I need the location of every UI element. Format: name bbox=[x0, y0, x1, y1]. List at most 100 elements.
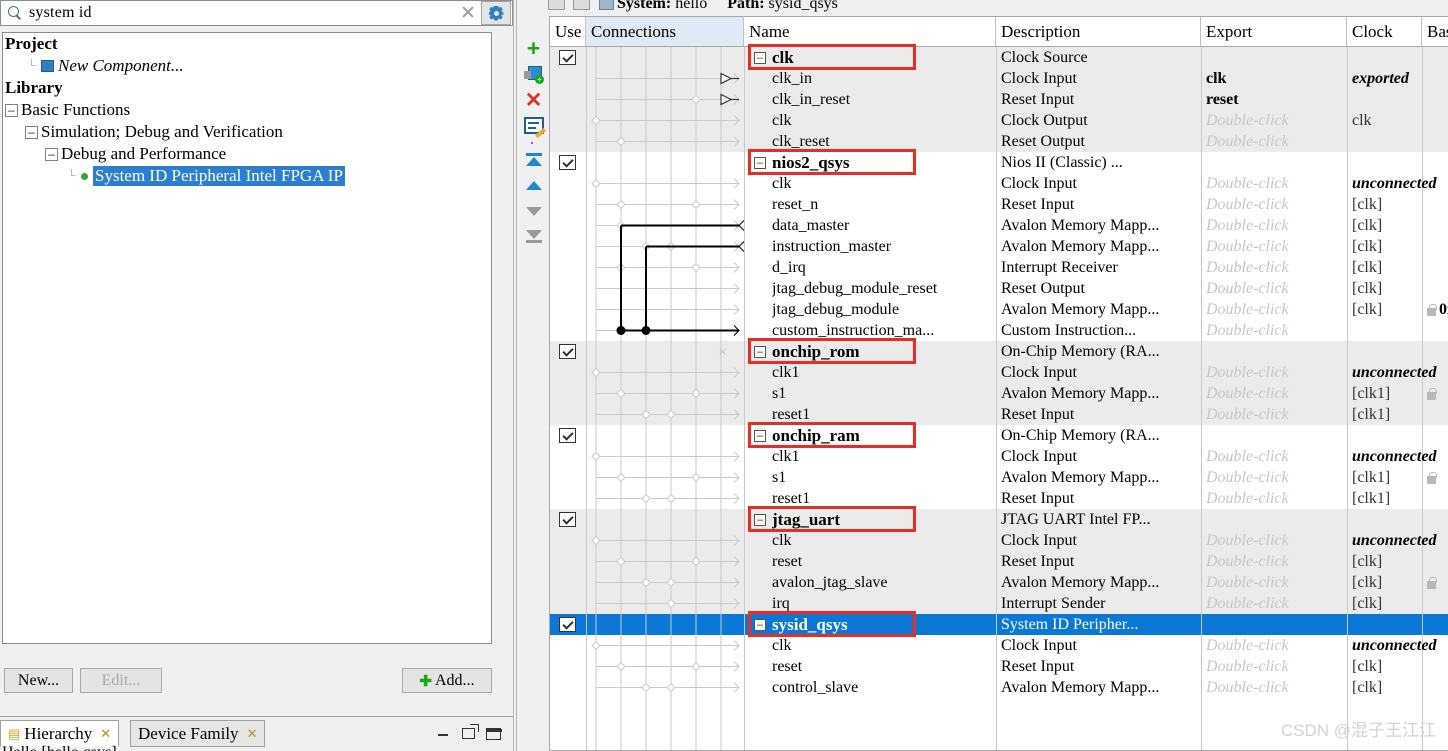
column-header-connections[interactable]: Connections bbox=[586, 17, 744, 46]
path-value: sysid_qsys bbox=[768, 0, 838, 12]
tree-label-new-component: New Component... bbox=[58, 56, 184, 75]
column-header-label: Description bbox=[1001, 21, 1081, 41]
connection-node-active[interactable] bbox=[616, 326, 626, 335]
connection-node[interactable] bbox=[641, 682, 651, 693]
column-header-export[interactable]: Export bbox=[1201, 17, 1347, 46]
export-port-icon[interactable] bbox=[720, 72, 733, 85]
connection-node[interactable] bbox=[666, 409, 676, 420]
connection-node[interactable] bbox=[641, 493, 651, 504]
connection-node[interactable] bbox=[591, 178, 601, 189]
close-icon[interactable]: ✕ bbox=[100, 726, 111, 742]
new-button[interactable]: New... bbox=[4, 668, 73, 693]
tree-item-system-id-peripheral[interactable]: └ System ID Peripheral Intel FPGA IP bbox=[3, 165, 491, 187]
tree-group-project[interactable]: Project bbox=[3, 33, 491, 55]
search-icon bbox=[5, 3, 25, 23]
connection-node[interactable] bbox=[616, 388, 626, 399]
move-to-bottom-icon[interactable] bbox=[523, 226, 544, 247]
connection-node[interactable] bbox=[691, 556, 701, 567]
remove-icon[interactable]: ✕ bbox=[523, 90, 544, 111]
tab-device-family[interactable]: Device Family ✕ bbox=[130, 720, 266, 747]
connection-node[interactable] bbox=[591, 535, 601, 546]
clear-search-icon[interactable]: ✕ bbox=[455, 2, 481, 25]
connection-node-active[interactable] bbox=[641, 326, 651, 335]
tree-label-system-id-peripheral: System ID Peripheral Intel FPGA IP bbox=[93, 166, 345, 186]
connection-node[interactable] bbox=[591, 451, 601, 462]
connection-matrix[interactable]: ✕ bbox=[550, 47, 1448, 751]
connection-node[interactable] bbox=[666, 493, 676, 504]
add-icon[interactable]: + bbox=[523, 37, 544, 60]
connection-node[interactable] bbox=[666, 598, 676, 609]
connection-node[interactable] bbox=[616, 472, 626, 483]
hierarchy-icon: ▤ bbox=[8, 725, 21, 741]
tree-connector-icon: └ bbox=[67, 170, 76, 182]
connection-node[interactable] bbox=[691, 388, 701, 399]
ip-catalog-tree[interactable]: Project └ New Component... Library – Bas… bbox=[2, 32, 492, 644]
column-header-clock[interactable]: Clock bbox=[1347, 17, 1422, 46]
connection-node[interactable] bbox=[691, 199, 701, 210]
column-header-label: Use bbox=[555, 21, 582, 41]
system-name: hello bbox=[675, 0, 708, 12]
connection-node[interactable] bbox=[691, 262, 701, 273]
expand-all-button[interactable] bbox=[573, 0, 590, 10]
tree-label-simulation-debug: Simulation; Debug and Verification bbox=[41, 122, 283, 141]
catalog-button-bar: New... Edit... ✚ Add... bbox=[2, 648, 492, 706]
close-icon[interactable]: ✕ bbox=[247, 726, 258, 742]
system-contents-grid[interactable]: Use Connections Name Description Export Clock… bbox=[549, 16, 1448, 751]
connection-node[interactable] bbox=[666, 577, 676, 588]
collapse-icon[interactable]: – bbox=[45, 147, 58, 161]
maximize-icon[interactable] bbox=[486, 727, 502, 740]
column-header-use[interactable]: Use bbox=[550, 17, 586, 46]
column-header-label: Clock bbox=[1352, 21, 1393, 41]
catalog-search-bar[interactable]: system id ✕ bbox=[0, 0, 513, 26]
connection-node[interactable] bbox=[691, 472, 701, 483]
tree-label-debug-performance: Debug and Performance bbox=[61, 144, 227, 163]
tab-hierarchy-label: Hierarchy bbox=[24, 723, 93, 743]
column-header-name[interactable]: Name bbox=[744, 17, 996, 46]
connection-node[interactable] bbox=[641, 577, 651, 588]
edit-button[interactable]: Edit... bbox=[80, 668, 162, 693]
connection-node[interactable] bbox=[591, 115, 601, 126]
column-header-label: Connections bbox=[591, 21, 676, 41]
connection-node[interactable] bbox=[616, 199, 626, 210]
system-icon bbox=[599, 0, 614, 10]
search-settings-button[interactable] bbox=[481, 1, 511, 25]
column-header-description[interactable]: Description bbox=[996, 17, 1201, 46]
move-down-icon[interactable] bbox=[523, 201, 544, 222]
collapse-icon[interactable]: – bbox=[5, 103, 18, 117]
column-header-base[interactable]: Base bbox=[1422, 17, 1448, 46]
restore-icon[interactable] bbox=[462, 724, 479, 739]
connection-cross-icon: ✕ bbox=[718, 347, 727, 359]
add-component-icon[interactable]: + bbox=[523, 64, 544, 85]
connection-node[interactable] bbox=[641, 409, 651, 420]
connection-arrow bbox=[738, 241, 745, 252]
collapse-icon[interactable]: – bbox=[25, 125, 38, 139]
connection-node[interactable] bbox=[616, 136, 626, 147]
tree-group-library[interactable]: Library bbox=[3, 77, 491, 99]
move-to-top-icon[interactable] bbox=[523, 149, 544, 170]
connection-node[interactable] bbox=[616, 661, 626, 672]
connection-node[interactable] bbox=[591, 640, 601, 651]
tree-label-library: Library bbox=[5, 78, 63, 97]
tree-item-debug-performance[interactable]: – Debug and Performance bbox=[3, 143, 491, 165]
connection-node[interactable] bbox=[616, 556, 626, 567]
tab-hierarchy[interactable]: ▤ Hierarchy ✕ bbox=[0, 720, 120, 747]
move-up-icon[interactable] bbox=[523, 175, 544, 196]
minimize-icon[interactable] bbox=[436, 727, 451, 740]
connection-node[interactable] bbox=[691, 94, 701, 105]
connection-node[interactable] bbox=[666, 682, 676, 693]
export-port-icon[interactable] bbox=[720, 93, 733, 106]
add-button[interactable]: ✚ Add... bbox=[402, 668, 492, 693]
search-input[interactable]: system id bbox=[25, 4, 455, 22]
tree-item-basic-functions[interactable]: – Basic Functions bbox=[3, 99, 491, 121]
edit-icon[interactable] bbox=[523, 115, 546, 139]
tree-item-new-component[interactable]: └ New Component... bbox=[3, 55, 491, 77]
connection-arrow bbox=[738, 220, 745, 231]
system-title: System: hello Path: sysid_qsys bbox=[617, 0, 838, 13]
ip-catalog-panel: system id ✕ Project └ New Component... L… bbox=[0, 0, 515, 751]
path-label: Path: bbox=[727, 0, 765, 12]
collapse-all-button[interactable] bbox=[548, 0, 565, 10]
system-contents-panel: System: hello Path: sysid_qsys + + ✕ Use… bbox=[517, 0, 1448, 751]
tree-item-simulation-debug[interactable]: – Simulation; Debug and Verification bbox=[3, 121, 491, 143]
connection-node[interactable] bbox=[691, 661, 701, 672]
connection-node[interactable] bbox=[591, 367, 601, 378]
